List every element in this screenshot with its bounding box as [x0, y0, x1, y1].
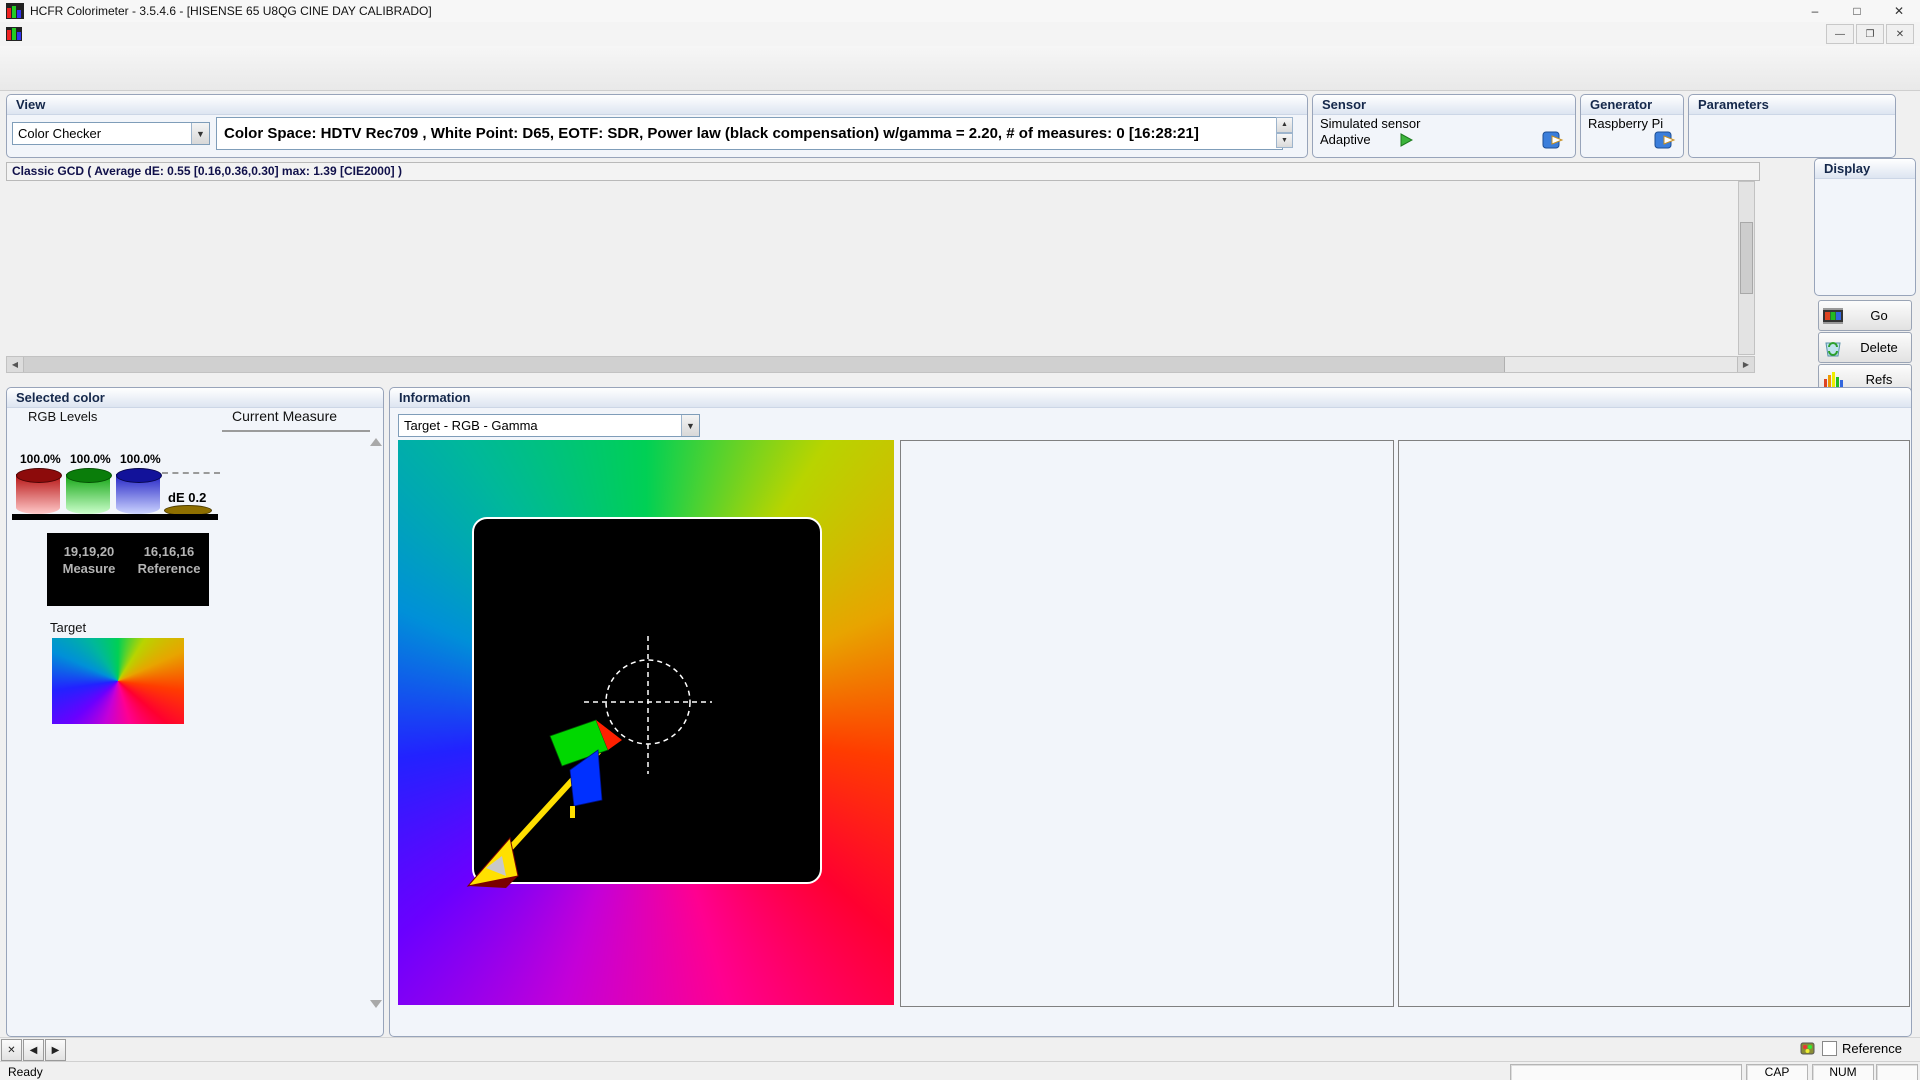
scroll-right-icon[interactable]: ▶ — [1737, 357, 1754, 372]
close-button[interactable]: ✕ — [1878, 0, 1920, 22]
go-button[interactable]: Go — [1818, 300, 1912, 331]
current-measure-table — [222, 430, 370, 432]
target-thumbnail-image — [52, 638, 184, 724]
eotf-gamma-chart — [1398, 440, 1910, 1007]
mdi-close-button[interactable]: ✕ — [1886, 24, 1914, 44]
display-panel-title: Display — [1815, 159, 1915, 179]
scrollbar-thumb[interactable] — [24, 357, 1505, 372]
delta-e-label: dE 0.2 — [168, 490, 206, 505]
red-level-value: 100.0% — [20, 452, 61, 466]
sensor-mode: Adaptive — [1320, 132, 1371, 147]
sensor-settings-icon[interactable] — [1542, 130, 1564, 150]
bottom-tab-bar: ✕ ◀ ▶ — [0, 1037, 1920, 1062]
sensor-run-icon[interactable] — [1399, 133, 1413, 147]
parameters-panel: Parameters — [1688, 94, 1896, 158]
sensor-name: Simulated sensor — [1313, 115, 1575, 132]
blue-level-value: 100.0% — [120, 452, 161, 466]
chart-type-select[interactable]: Color Checker ▼ — [12, 122, 210, 145]
recycle-bin-icon — [1822, 338, 1844, 358]
prev-tab-icon[interactable]: ◀ — [23, 1039, 44, 1061]
go-button-label: Go — [1847, 308, 1911, 323]
menu-bar: — ❐ ✕ — [0, 22, 1920, 47]
document-icon — [6, 27, 22, 41]
red-level-bar — [16, 468, 60, 514]
chart-type-value: Color Checker — [13, 126, 191, 141]
colorspace-info: Color Space: HDTV Rec709 , White Point: … — [216, 117, 1283, 150]
status-bar: Ready CAP NUM — [0, 1061, 1920, 1080]
reference-caption: Reference — [133, 560, 205, 577]
information-view-select[interactable]: Target - RGB - Gamma ▼ — [398, 414, 700, 437]
current-measure-label: Current Measure — [232, 408, 337, 424]
film-colors-icon — [1822, 306, 1844, 326]
grayscale-balance-chart — [900, 440, 1394, 1007]
reference-checkbox-label: Reference — [1842, 1041, 1902, 1056]
measure-rgb-value: 19,19,20 — [53, 543, 125, 560]
scroll-left-icon[interactable]: ◀ — [7, 357, 24, 372]
reference-checkbox[interactable] — [1822, 1041, 1837, 1056]
spinner-down-icon[interactable]: ▼ — [1276, 133, 1293, 149]
bars-baseline — [12, 514, 218, 520]
table-horizontal-scrollbar[interactable]: ◀ ▶ — [6, 356, 1755, 373]
toolbar — [0, 46, 1920, 91]
sensor-panel-title: Sensor — [1313, 95, 1575, 115]
display-panel: Display — [1814, 158, 1916, 296]
table-summary-header: Classic GCD ( Average dE: 0.55 [0.16,0.3… — [6, 162, 1760, 181]
delete-button-label: Delete — [1847, 340, 1911, 355]
status-pane-empty — [1510, 1064, 1742, 1080]
measure-reference-box: 19,19,20 Measure 16,16,16 Reference — [47, 533, 209, 606]
refs-button-label: Refs — [1847, 372, 1911, 387]
information-view-value: Target - RGB - Gamma — [399, 418, 681, 433]
generator-settings-icon[interactable] — [1654, 130, 1676, 150]
reference-rgb-value: 16,16,16 — [133, 543, 205, 560]
app-icon — [6, 3, 24, 19]
tray-color-icon — [1800, 1040, 1816, 1056]
caps-lock-indicator: CAP — [1746, 1064, 1808, 1080]
target-overlay — [398, 440, 894, 1005]
delete-button[interactable]: Delete — [1818, 332, 1912, 363]
scroll-down-icon[interactable] — [370, 1000, 382, 1008]
green-level-value: 100.0% — [70, 452, 111, 466]
color-checker-target-image — [398, 440, 894, 1005]
measure-caption: Measure — [53, 560, 125, 577]
hcfr-colorimeter-window: HCFR Colorimeter - 3.5.4.6 - [HISENSE 65… — [0, 0, 1920, 1080]
selected-color-title: Selected color — [7, 388, 383, 408]
scrollbar-thumb[interactable] — [1740, 222, 1753, 294]
mdi-minimize-button[interactable]: — — [1826, 24, 1854, 44]
reference-level-line — [162, 472, 220, 474]
parameters-panel-title: Parameters — [1689, 95, 1895, 115]
generator-panel-title: Generator — [1581, 95, 1683, 115]
scroll-up-icon[interactable] — [370, 438, 382, 446]
next-tab-icon[interactable]: ▶ — [45, 1039, 66, 1061]
info-spinner[interactable]: ▲ ▼ — [1276, 117, 1293, 148]
chevron-down-icon[interactable]: ▼ — [191, 123, 209, 144]
close-tab-button[interactable]: ✕ — [1, 1039, 22, 1061]
target-label: Target — [50, 620, 86, 635]
window-title: HCFR Colorimeter - 3.5.4.6 - [HISENSE 65… — [30, 4, 432, 18]
mdi-restore-button[interactable]: ❐ — [1856, 24, 1884, 44]
green-level-bar — [66, 468, 110, 514]
maximize-button[interactable]: □ — [1836, 0, 1878, 22]
table-vertical-scrollbar[interactable] — [1738, 181, 1755, 355]
chevron-down-icon[interactable]: ▼ — [681, 415, 699, 436]
status-pane-empty — [1876, 1064, 1918, 1080]
view-panel-title: View — [7, 95, 1307, 115]
rgb-levels-label: RGB Levels — [28, 409, 97, 424]
information-panel-title: Information — [390, 388, 1911, 408]
sensor-panel: Sensor Simulated sensor Adaptive — [1312, 94, 1576, 158]
minimize-button[interactable]: – — [1794, 0, 1836, 22]
num-lock-indicator: NUM — [1812, 1064, 1874, 1080]
title-bar: HCFR Colorimeter - 3.5.4.6 - [HISENSE 65… — [0, 0, 1920, 23]
spinner-up-icon[interactable]: ▲ — [1276, 117, 1293, 133]
blue-level-bar — [116, 468, 160, 514]
status-text: Ready — [8, 1065, 43, 1079]
